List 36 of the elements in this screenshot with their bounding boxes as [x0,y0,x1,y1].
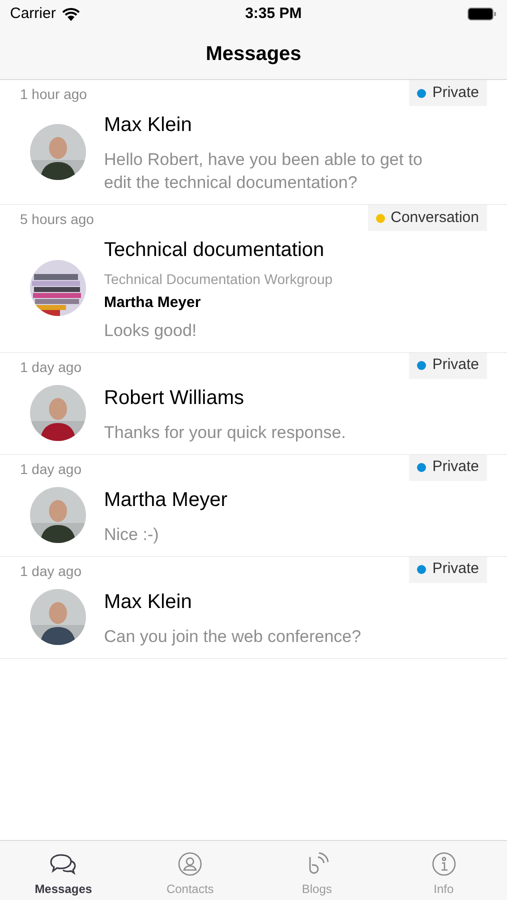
message-row[interactable]: 5 hours ago Conversation Technical documentation Technical Documentation Workgroup Martha Meyer Looks good! [0,205,507,352]
message-row[interactable]: 1 day ago Private Max Klein Can you join the web conference? [0,556,507,658]
message-preview: Looks good! [104,320,198,342]
message-row[interactable]: 1 day ago Private Martha Meyer Nice :-) [0,454,507,556]
conversation-title: Martha Meyer [104,488,228,512]
timestamp: 5 hours ago [20,210,94,229]
chat-bubbles-icon [49,852,78,876]
timestamp: 1 day ago [20,562,82,581]
category-tag: Conversation [368,205,487,231]
message-preview: Nice :-) [104,524,160,546]
carrier-name: Carrier [10,4,56,24]
screen-title: Messages [206,42,302,66]
group-name: Technical Documentation Workgroup [104,270,333,289]
battery-icon [466,7,497,21]
person-icon [178,852,202,876]
clock: 3:35 PM [245,4,302,24]
wifi-icon [62,8,80,20]
conversation-title: Technical documentation [104,238,326,263]
message-preview: Thanks for your quick response. [104,422,346,444]
message-row[interactable]: 1 hour ago Private Max Klein Hello Robert, have you been able to get to edit the technical documentation? [0,80,507,205]
timestamp: 1 day ago [20,460,82,479]
message-row[interactable]: 1 day ago Private Robert Williams Thanks for your quick response. [0,352,507,454]
sender-name: Martha Meyer [104,293,202,313]
message-preview: Hello Robert, have you been able to get to edit the technical documentation? [104,149,424,194]
timestamp: 1 day ago [20,358,82,377]
category-tag: Private [409,454,487,480]
tab[interactable]: Messages [0,841,127,900]
conversation-title: Max Klein [104,113,193,138]
category-tag: Private [409,80,487,106]
category-tag: Private [409,556,487,582]
conversation-title: Robert Williams [104,386,246,410]
category-tag: Private [409,352,487,378]
conversation-title: Max Klein [104,590,193,614]
timestamp: 1 hour ago [20,85,87,104]
message-preview: Can you join the web conference? [104,626,362,648]
info-icon [432,852,456,876]
